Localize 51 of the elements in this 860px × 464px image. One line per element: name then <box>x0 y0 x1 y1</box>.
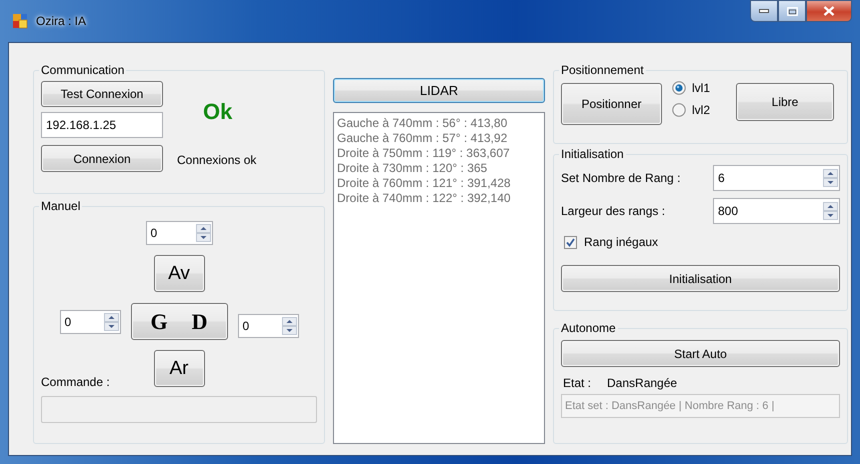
group-title: Positionnement <box>560 63 645 77</box>
free-button[interactable]: Libre <box>736 83 834 121</box>
number-field[interactable]: 0 <box>146 221 212 245</box>
window-title: Ozira : IA <box>36 14 86 28</box>
maximize-icon <box>786 6 798 16</box>
lidar-button[interactable]: LIDAR <box>333 78 545 103</box>
state-label: Etat : <box>563 376 592 390</box>
status-text: Ok <box>203 98 234 124</box>
forward-button[interactable]: Av <box>154 255 204 292</box>
spin-arrows-icon <box>823 202 838 220</box>
start-auto-button[interactable]: Start Auto <box>561 340 840 367</box>
spin-arrows-icon <box>823 169 838 187</box>
group-title: Initialisation <box>560 147 625 161</box>
group-title: Manuel <box>40 199 82 213</box>
turn-button[interactable]: G D <box>130 303 228 340</box>
test-connection-button[interactable]: Test Connexion <box>41 81 163 107</box>
list-item[interactable]: Droite à 740mm : 122° : 392,140 <box>337 191 541 206</box>
minimize-button[interactable] <box>750 0 778 22</box>
field-label: Largeur des rangs : <box>561 204 666 218</box>
connect-button[interactable]: Connexion <box>41 145 163 172</box>
connection-status: Connexions ok <box>177 152 258 166</box>
list-item[interactable]: Gauche à 760mm : 57° : 413,92 <box>337 131 541 146</box>
minimize-icon <box>759 9 769 13</box>
list-item[interactable]: Gauche à 740mm : 56° : 413,80 <box>337 116 541 131</box>
spin-arrows-icon <box>282 316 296 334</box>
list-item[interactable]: Droite à 760mm : 121° : 391,428 <box>337 176 541 191</box>
ip-address-field[interactable]: 192.168.1.25 <box>41 112 163 138</box>
radio-option[interactable]: lvl1 <box>672 81 710 95</box>
spin-arrows-icon <box>196 224 210 242</box>
field-label: Set Nombre de Rang : <box>561 171 682 185</box>
list-item[interactable]: Droite à 750mm : 119° : 363,607 <box>337 146 541 161</box>
position-button[interactable]: Positionner <box>561 83 662 125</box>
close-button[interactable] <box>806 0 852 22</box>
state-value: DansRangée <box>607 376 678 390</box>
number-field[interactable]: 800 <box>713 198 840 224</box>
group-title: Communication <box>40 63 126 77</box>
spin-arrows-icon <box>104 312 118 330</box>
initialisation-button[interactable]: Initialisation <box>561 265 840 292</box>
number-field[interactable]: 0 <box>238 314 298 338</box>
close-icon <box>823 6 835 16</box>
checkbox-option[interactable]: Rang inégaux <box>564 235 840 249</box>
number-field[interactable]: 0 <box>60 310 120 334</box>
radio-option[interactable]: lvl2 <box>672 103 710 117</box>
group-title: Autonome <box>560 321 617 335</box>
number-field[interactable]: 6 <box>713 165 840 191</box>
app-icon <box>12 13 28 29</box>
maximize-button[interactable] <box>778 0 806 22</box>
command-label: Commande : <box>41 375 111 389</box>
list-item[interactable]: Droite à 730mm : 120° : 365 <box>337 161 541 176</box>
back-button[interactable]: Ar <box>154 350 204 387</box>
command-field[interactable] <box>41 396 317 423</box>
